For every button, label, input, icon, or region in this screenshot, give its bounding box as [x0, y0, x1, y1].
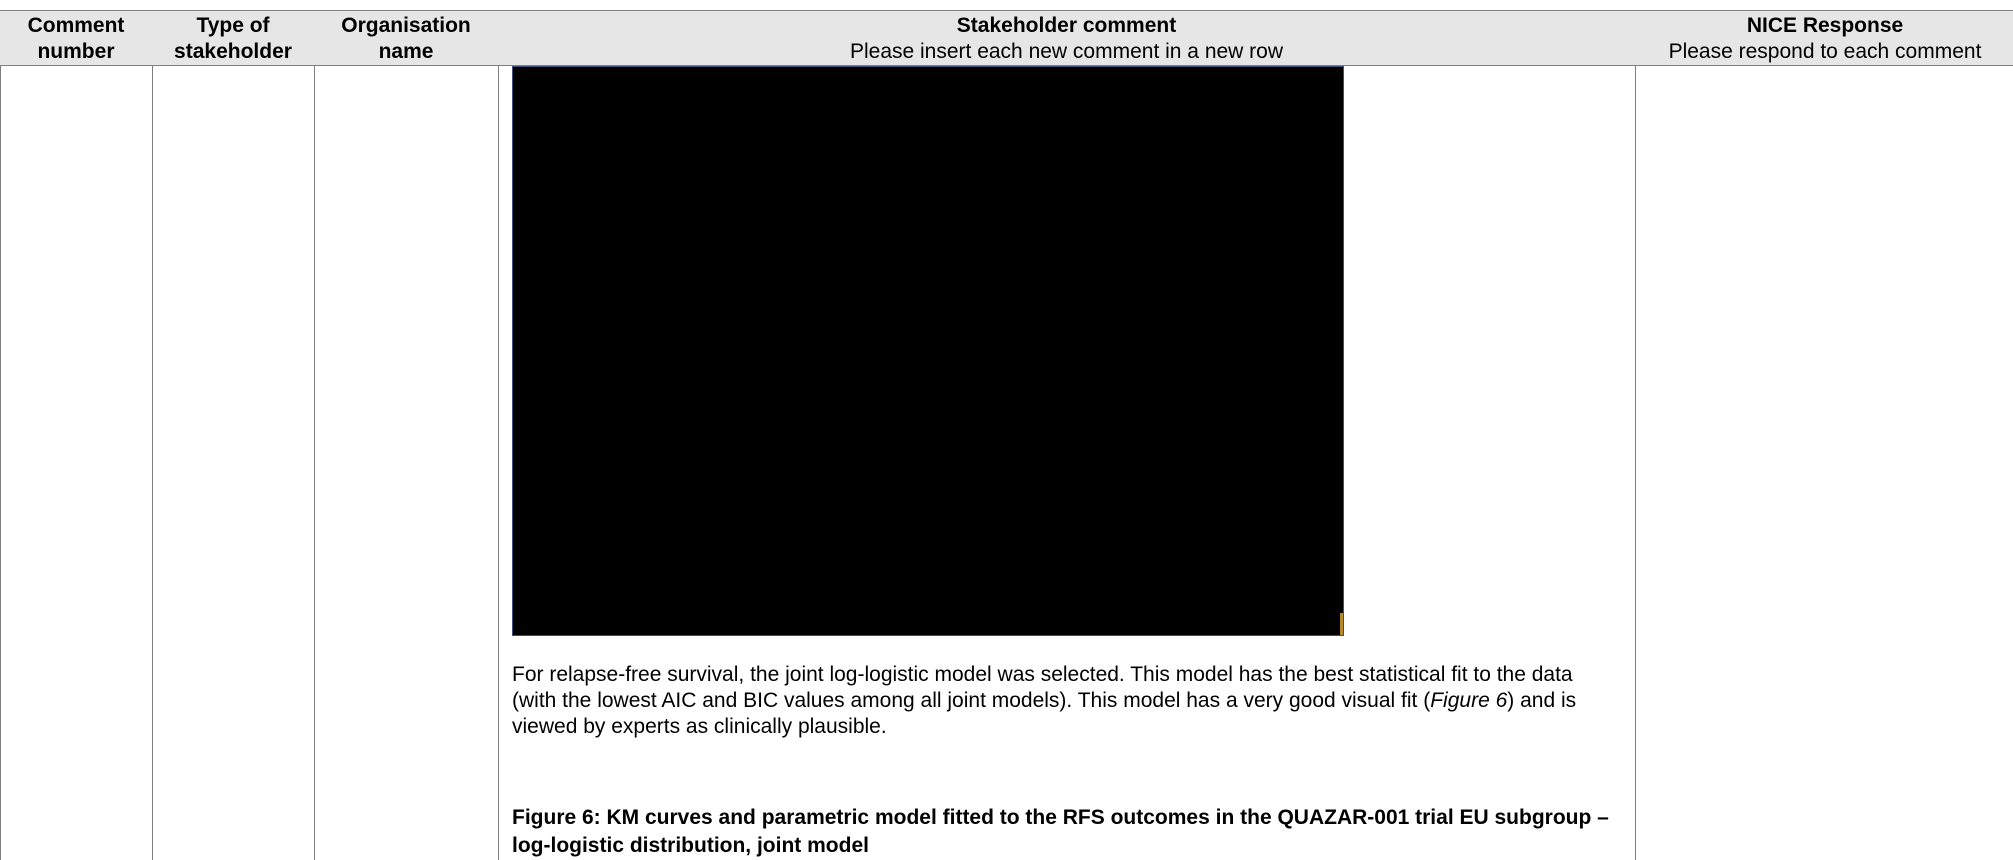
header-comment-title: Stakeholder comment: [956, 14, 1177, 37]
header-comment-number-line2: number: [37, 40, 115, 63]
column-organisation-name: [314, 10, 498, 860]
header-comment-subtitle: Please insert each new comment in a new …: [849, 40, 1284, 63]
comment-paragraph: For relapse-free survival, the joint log…: [512, 662, 1622, 740]
header-org-line1: Organisation: [341, 14, 471, 37]
header-comment-number: Comment number: [0, 11, 152, 67]
redacted-figure-image: [512, 66, 1344, 636]
figure-corner-mark: [1340, 613, 1343, 635]
header-nice-response: NICE Response Please respond to each com…: [1635, 11, 2013, 67]
comment-paragraph-start: For relapse-free survival, the joint log…: [512, 663, 1573, 712]
table-header-row: Comment number Type of stakeholder Organ…: [0, 10, 2013, 66]
comment-paragraph-figure-ref: Figure 6: [1430, 689, 1508, 712]
header-type-of-stakeholder: Type of stakeholder: [152, 11, 314, 67]
column-nice-response: [1635, 10, 2013, 860]
figure-caption: Figure 6: KM curves and parametric model…: [512, 806, 1609, 857]
document-page: Comment number Type of stakeholder Organ…: [0, 0, 2013, 860]
column-comment-number: [0, 10, 152, 860]
header-type-line1: Type of: [196, 14, 270, 37]
header-response-title: NICE Response: [1746, 14, 1904, 37]
header-org-line2: name: [378, 40, 434, 63]
header-response-subtitle: Please respond to each comment: [1668, 40, 1982, 63]
header-stakeholder-comment: Stakeholder comment Please insert each n…: [498, 11, 1635, 67]
header-organisation-name: Organisation name: [314, 11, 498, 67]
header-type-line2: stakeholder: [174, 40, 292, 63]
column-type-of-stakeholder: [152, 10, 314, 860]
header-comment-number-line1: Comment: [27, 14, 125, 37]
